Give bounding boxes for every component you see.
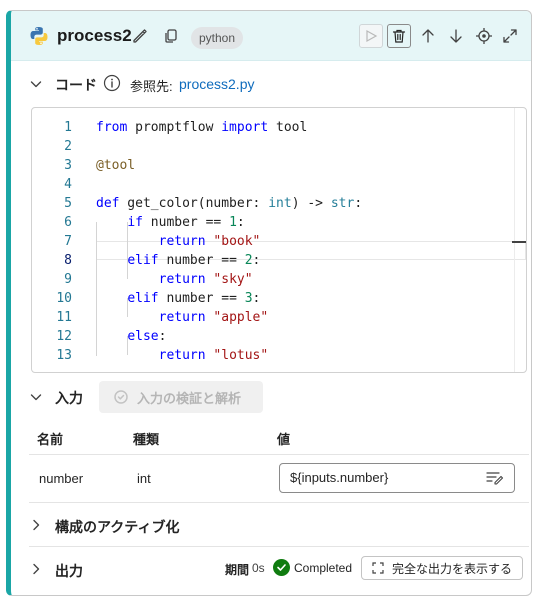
code-line[interactable]: 8 elif number == 2: [32, 251, 526, 270]
line-number: 10 [56, 291, 72, 306]
copy-button[interactable] [160, 25, 182, 47]
edit-text-icon[interactable] [486, 470, 504, 486]
node-name: process2 [57, 26, 132, 45]
code-text: return "apple" [158, 310, 269, 325]
input-row-type: int [137, 471, 151, 486]
code-text: elif number == 3: [127, 291, 261, 306]
activation-config-title[interactable]: 構成のアクティブ化 [55, 517, 179, 537]
duration-label: 期間 [225, 563, 250, 577]
code-line[interactable]: 6 if number == 1: [32, 213, 526, 232]
play-icon [366, 29, 378, 43]
code-line[interactable]: 3 @tool [32, 156, 526, 175]
column-header-name: 名前 [37, 432, 64, 447]
line-number: 9 [64, 272, 72, 287]
section-divider [29, 546, 529, 547]
code-line[interactable]: 5 def get_color(number: int) -> str: [32, 194, 526, 213]
line-number: 4 [64, 177, 72, 192]
code-text: from promptflow import tool [96, 120, 308, 135]
line-number: 2 [64, 139, 72, 154]
trash-icon [392, 29, 406, 43]
code-line[interactable]: 13 return "lotus" [32, 346, 526, 365]
code-text: return "lotus" [158, 348, 269, 363]
chevron-down-icon[interactable] [29, 77, 43, 91]
node-header: process2 python [11, 11, 531, 61]
chevron-right-icon[interactable] [29, 518, 43, 532]
rename-button[interactable] [129, 25, 151, 47]
move-up-button[interactable] [417, 25, 439, 47]
code-text: return "sky" [158, 272, 253, 287]
chevron-down-icon[interactable] [29, 390, 43, 404]
arrow-up-icon [422, 29, 434, 43]
refresh-check-icon [114, 390, 128, 404]
code-text: if number == 1: [127, 215, 245, 230]
node-card: process2 python コード 参照先: process2.py 1 f… [6, 10, 532, 596]
table-divider [29, 454, 529, 455]
language-badge: python [191, 27, 244, 49]
expand-button[interactable] [499, 25, 521, 47]
output-section-title[interactable]: 出力 [55, 561, 83, 581]
code-text: @tool [96, 158, 136, 173]
line-number: 8 [64, 253, 72, 268]
status-text: Completed [294, 561, 353, 575]
reference-label: 参照先: [130, 79, 173, 94]
inputs-section-title[interactable]: 入力 [55, 388, 83, 408]
code-line[interactable]: 2 [32, 137, 526, 156]
fullscreen-icon [372, 562, 384, 574]
code-line[interactable]: 1 from promptflow import tool [32, 118, 526, 137]
target-icon [476, 28, 492, 44]
line-number: 6 [64, 215, 72, 230]
show-full-output-button[interactable]: 完全な出力を表示する [361, 556, 523, 580]
arrow-down-icon [450, 29, 462, 43]
info-icon[interactable] [103, 74, 121, 92]
chevron-right-icon[interactable] [29, 562, 43, 576]
input-value-text: ${inputs.number} [290, 470, 389, 485]
move-down-button[interactable] [445, 25, 467, 47]
code-text: def get_color(number: int) -> str: [96, 196, 363, 211]
code-editor[interactable]: 1 from promptflow import tool 2 3 @tool 4 5 def… [31, 107, 527, 373]
input-row-name: number [39, 471, 84, 486]
input-value-field[interactable]: ${inputs.number} [279, 463, 515, 493]
run-button[interactable] [359, 24, 383, 48]
check-circle-icon [273, 559, 290, 576]
table-divider [29, 502, 529, 503]
code-text: else: [127, 329, 167, 344]
code-section-title[interactable]: コード [55, 75, 97, 95]
show-full-output-label: 完全な出力を表示する [392, 561, 513, 576]
line-number: 1 [64, 120, 72, 135]
code-line[interactable]: 10 elif number == 3: [32, 289, 526, 308]
line-number: 13 [56, 348, 72, 363]
copy-icon [165, 29, 177, 43]
line-number: 11 [56, 310, 72, 325]
delete-button[interactable] [387, 24, 411, 48]
column-header-value: 値 [277, 432, 291, 447]
code-text: elif number == 2: [127, 253, 261, 268]
reference-file-link[interactable]: process2.py [179, 76, 254, 92]
validate-and-parse-label: 入力の検証と解析 [137, 390, 242, 406]
validate-and-parse-button[interactable]: 入力の検証と解析 [99, 381, 263, 413]
code-line[interactable]: 11 return "apple" [32, 308, 526, 327]
code-text: return "book" [158, 234, 261, 249]
column-header-type: 種類 [133, 432, 160, 447]
code-line[interactable]: 4 [32, 175, 526, 194]
line-number: 3 [64, 158, 72, 173]
code-line[interactable]: 12 else: [32, 327, 526, 346]
python-logo-icon [30, 27, 48, 45]
line-number: 12 [56, 329, 72, 344]
pencil-icon [133, 29, 147, 43]
code-line[interactable]: 7 return "book" [32, 232, 526, 251]
code-line[interactable]: 9 return "sky" [32, 270, 526, 289]
locate-button[interactable] [473, 25, 495, 47]
line-number: 7 [64, 234, 72, 249]
duration-value: 0s [252, 561, 265, 575]
line-number: 5 [64, 196, 72, 211]
expand-icon [503, 29, 517, 43]
